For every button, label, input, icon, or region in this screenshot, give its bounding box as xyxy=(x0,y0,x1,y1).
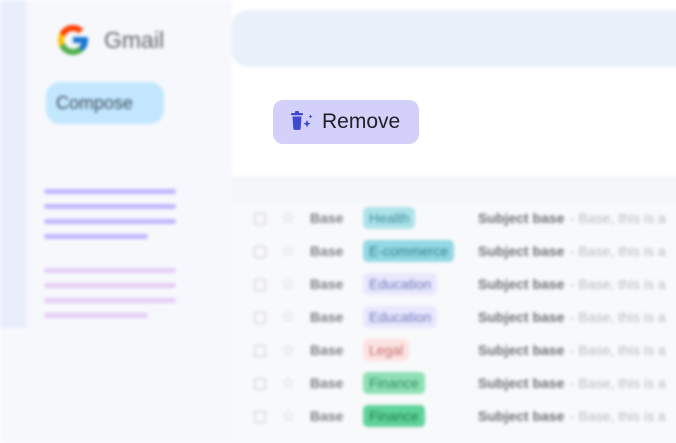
email-subject: Subject base xyxy=(478,408,565,424)
star-icon[interactable]: ☆ xyxy=(281,274,295,294)
sidebar-bottom xyxy=(0,328,26,443)
email-tag: Education xyxy=(363,306,438,328)
star-icon[interactable]: ☆ xyxy=(281,406,295,426)
row-checkbox[interactable] xyxy=(254,345,266,357)
background-app: Gmail Compose ☆ Base Health Subject base - … xyxy=(0,0,676,443)
email-tag: Education xyxy=(363,273,438,295)
row-checkbox[interactable] xyxy=(254,213,266,225)
email-tag: Health xyxy=(363,207,416,229)
email-row[interactable]: ☆ Base Legal Subject base - Base, this is a xyxy=(232,334,676,367)
email-sender: Base xyxy=(310,375,344,391)
label-placeholder xyxy=(44,298,176,303)
label-placeholder xyxy=(44,283,176,288)
folder-placeholder xyxy=(44,204,176,209)
remove-button[interactable]: Remove xyxy=(273,100,419,144)
compose-button[interactable]: Compose xyxy=(46,82,164,124)
email-subject: Subject base xyxy=(478,309,565,325)
row-checkbox[interactable] xyxy=(254,378,266,390)
trash-sparkle-icon xyxy=(291,111,313,130)
email-sender: Base xyxy=(310,408,344,424)
email-row[interactable]: ☆ Base Education Subject base - Base, this … xyxy=(232,268,676,301)
email-tag: Finance xyxy=(363,405,425,427)
label-placeholder xyxy=(44,268,176,273)
email-subject: Subject base xyxy=(478,210,565,226)
row-checkbox[interactable] xyxy=(254,279,266,291)
left-strip xyxy=(0,0,26,328)
email-row[interactable]: ☆ Base Finance Subject base - Base, this is… xyxy=(232,367,676,400)
email-subject: Subject base xyxy=(478,342,565,358)
email-row[interactable]: ☆ Base Finance Subject base - Base, this is… xyxy=(232,400,676,433)
email-row[interactable]: ☆ Base E-commerce Subject base - Base, this… xyxy=(232,235,676,268)
star-icon[interactable]: ☆ xyxy=(281,340,295,360)
label-placeholder xyxy=(44,313,148,318)
google-logo-icon xyxy=(58,25,88,55)
folder-placeholder xyxy=(44,234,148,239)
star-icon[interactable]: ☆ xyxy=(281,373,295,393)
app-title: Gmail xyxy=(104,27,165,53)
star-icon[interactable]: ☆ xyxy=(281,208,295,228)
email-list-header xyxy=(232,176,676,202)
email-row[interactable]: ☆ Base Health Subject base - Base, this is … xyxy=(232,202,676,235)
email-subject: Subject base xyxy=(478,375,565,391)
search-bar[interactable] xyxy=(232,10,676,67)
email-snippet: - Base, this is a xyxy=(570,309,666,325)
email-snippet: - Base, this is a xyxy=(570,210,666,226)
remove-button-label: Remove xyxy=(322,110,401,133)
email-sender: Base xyxy=(310,342,344,358)
email-snippet: - Base, this is a xyxy=(570,276,666,292)
email-snippet: - Base, this is a xyxy=(570,408,666,424)
star-icon[interactable]: ☆ xyxy=(281,307,295,327)
email-sender: Base xyxy=(310,309,344,325)
email-snippet: - Base, this is a xyxy=(570,342,666,358)
row-checkbox[interactable] xyxy=(254,312,266,324)
row-checkbox[interactable] xyxy=(254,246,266,258)
email-tag: Finance xyxy=(363,372,425,394)
email-row[interactable]: ☆ Base Education Subject base - Base, this … xyxy=(232,301,676,334)
email-tag: Legal xyxy=(363,339,410,361)
email-subject: Subject base xyxy=(478,243,565,259)
folder-placeholder xyxy=(44,189,176,194)
email-snippet: - Base, this is a xyxy=(570,243,666,259)
row-checkbox[interactable] xyxy=(254,411,266,423)
email-sender: Base xyxy=(310,276,344,292)
email-snippet: - Base, this is a xyxy=(570,375,666,391)
email-sender: Base xyxy=(310,210,344,226)
star-icon[interactable]: ☆ xyxy=(281,241,295,261)
email-subject: Subject base xyxy=(478,276,565,292)
folder-placeholder xyxy=(44,219,176,224)
email-tag: E-commerce xyxy=(363,240,455,262)
email-sender: Base xyxy=(310,243,344,259)
